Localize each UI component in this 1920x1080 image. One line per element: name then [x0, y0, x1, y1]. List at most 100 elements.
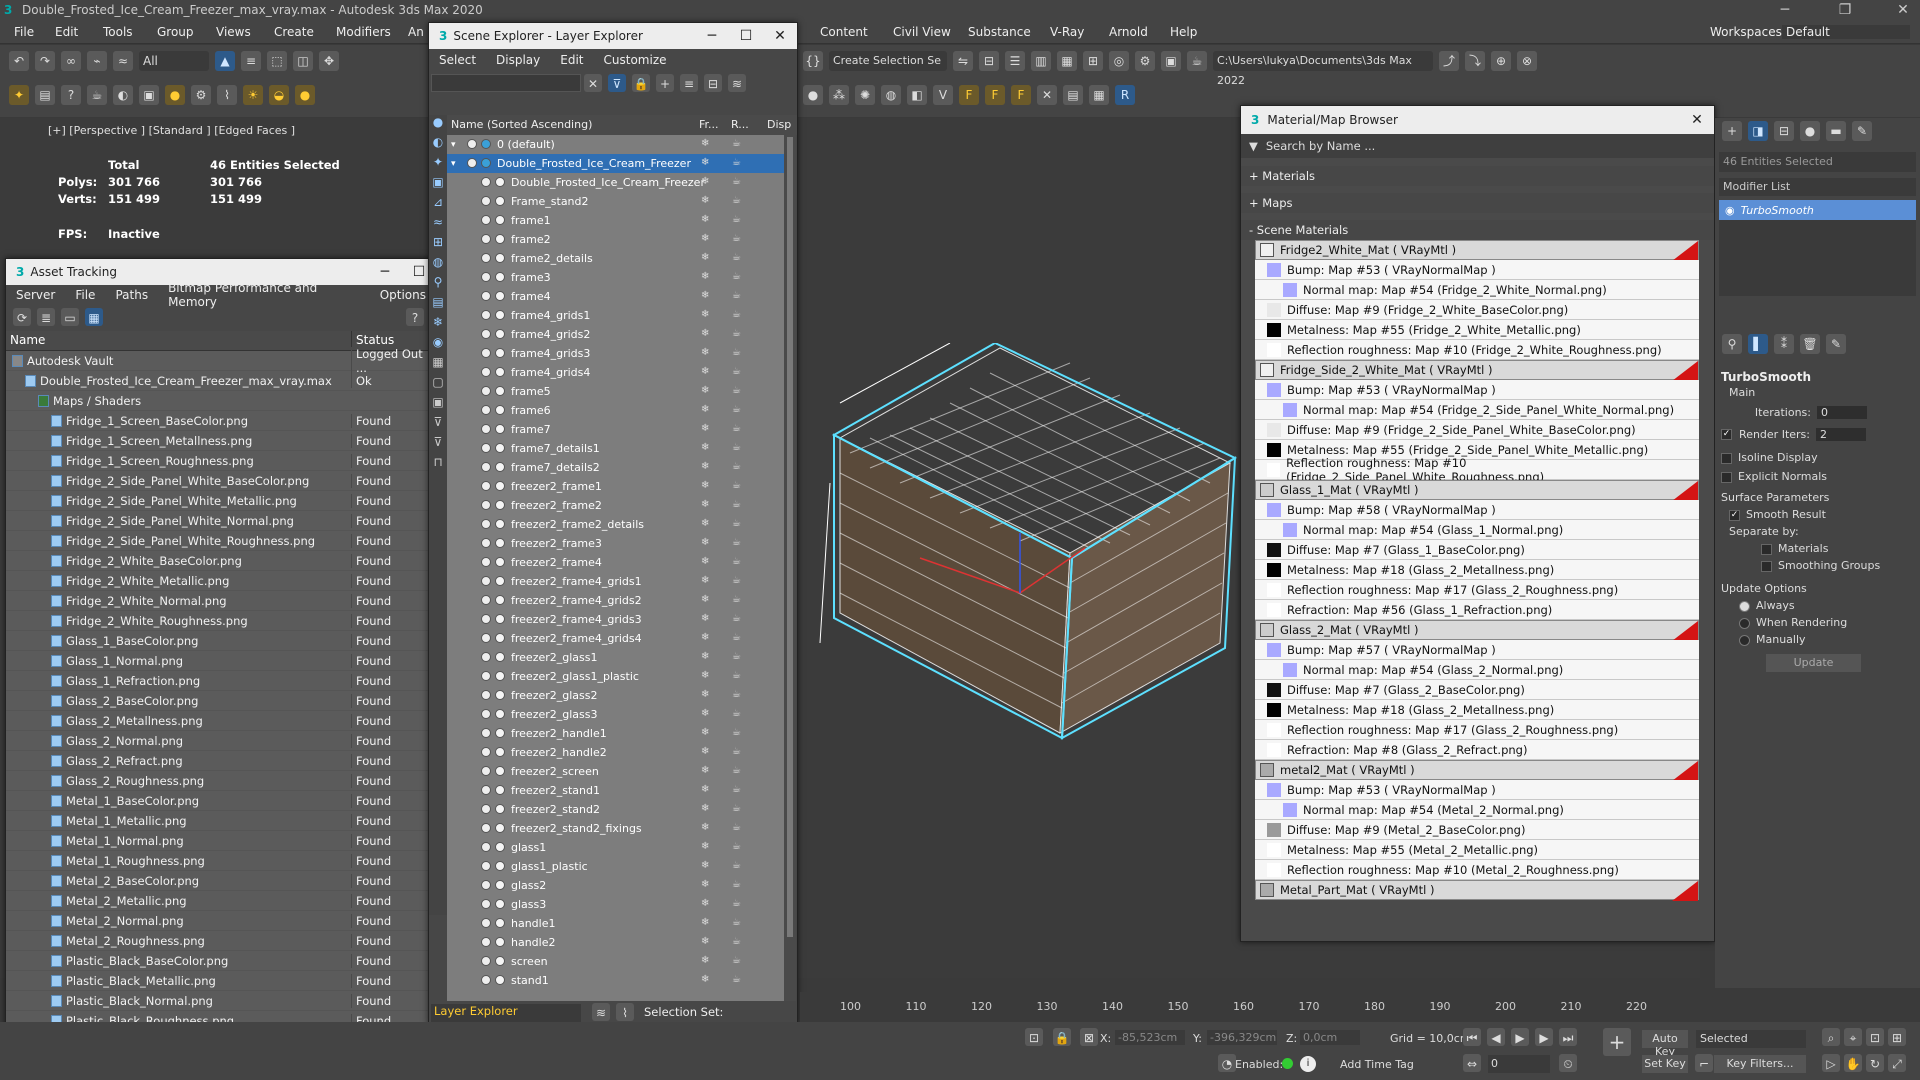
- map-row[interactable]: Refraction: Map #56 (Glass_1_Refraction.…: [1255, 600, 1699, 620]
- renderable-icon[interactable]: ☕: [732, 651, 742, 662]
- se-minimize-icon[interactable]: ─: [695, 28, 729, 44]
- map-row[interactable]: Diffuse: Map #9 (Fridge_2_White_BaseColo…: [1255, 300, 1699, 320]
- freeze-icon[interactable]: ❄: [701, 955, 711, 966]
- zoom-icon[interactable]: ⌕: [1822, 1028, 1840, 1046]
- configure-sets-icon[interactable]: ✎: [1826, 334, 1846, 354]
- renderable-icon[interactable]: ☕: [732, 138, 742, 149]
- map-row[interactable]: Reflection roughness: Map #10 (Metal_2_R…: [1255, 860, 1699, 880]
- material-browser-titlebar[interactable]: 3 Material/Map Browser ✕: [1241, 106, 1714, 134]
- visibility-eye-icon[interactable]: [481, 177, 491, 187]
- when-rendering-radio[interactable]: [1739, 617, 1750, 629]
- timeline[interactable]: 100 110 120 130 140 150 160 170 180 190 200 210 220: [800, 992, 1920, 1022]
- freeze-icon[interactable]: ❄: [701, 575, 711, 586]
- asset-row[interactable]: Glass_1_Normal.png Found: [6, 651, 436, 671]
- fp-icon[interactable]: F: [959, 85, 979, 105]
- se-hierarchy-icon[interactable]: ⊟: [704, 74, 722, 92]
- scene-object-row[interactable]: Double_Frosted_Ice_Cream_Freezer ❄ ☕: [447, 173, 787, 192]
- scene-object-row[interactable]: freezer2_frame4_grids4 ❄ ☕: [447, 629, 787, 648]
- map-row[interactable]: Reflection roughness: Map #10 (Fridge_2_…: [1255, 456, 1699, 484]
- mb-section-materials[interactable]: + Materials: [1241, 166, 1714, 186]
- render-setup-icon[interactable]: ⚙: [191, 85, 211, 105]
- freeze-icon[interactable]: ❄: [701, 879, 711, 890]
- project-settings-icon[interactable]: ⊗: [1517, 51, 1537, 71]
- visibility-eye-icon[interactable]: [481, 728, 491, 738]
- asset-minimize-icon[interactable]: ─: [368, 264, 402, 280]
- asset-menu-paths[interactable]: Paths: [115, 288, 148, 302]
- sphere-gray-icon[interactable]: ●: [803, 85, 823, 105]
- modifier-stack-item[interactable]: ◉ TurboSmooth: [1719, 200, 1916, 220]
- visibility-eye-icon[interactable]: [467, 158, 477, 168]
- renderable-icon[interactable]: ☕: [732, 157, 742, 168]
- visibility-eye-icon[interactable]: [481, 861, 491, 871]
- freeze-icon[interactable]: ❄: [701, 328, 711, 339]
- material-row[interactable]: Glass_1_Mat ( VRayMtl ): [1255, 480, 1699, 501]
- freeze-icon[interactable]: ❄: [701, 252, 711, 263]
- menu-edit[interactable]: Edit: [55, 25, 78, 39]
- renderable-icon[interactable]: ☕: [732, 347, 742, 358]
- material-editor2-icon[interactable]: ◎: [1109, 51, 1129, 71]
- schematic-icon[interactable]: ⊞: [1083, 51, 1103, 71]
- make-unique-icon[interactable]: ⁑: [1774, 334, 1794, 354]
- menu-file[interactable]: File: [14, 25, 34, 39]
- asset-row[interactable]: Fridge_2_Side_Panel_White_BaseColor.png F…: [6, 471, 436, 491]
- freeze-icon[interactable]: ❄: [701, 214, 711, 225]
- scene-object-row[interactable]: frame5 ❄ ☕: [447, 382, 787, 401]
- expand-arrow-icon[interactable]: ▾: [451, 159, 456, 169]
- box-icon[interactable]: ◧: [907, 85, 927, 105]
- freeze-icon[interactable]: ❄: [701, 157, 711, 168]
- current-frame-field[interactable]: 0: [1488, 1055, 1550, 1073]
- key-mode-icon[interactable]: ⇔: [1463, 1054, 1481, 1072]
- renderable-icon[interactable]: ☕: [732, 898, 742, 909]
- project-folder-icon[interactable]: ⤴: [1439, 51, 1459, 71]
- asset-row[interactable]: Fridge_2_Side_Panel_White_Normal.png Foun…: [6, 511, 436, 531]
- se-menu-edit[interactable]: Edit: [560, 53, 583, 67]
- visibility-eye-icon[interactable]: [481, 918, 491, 928]
- selection-name-field[interactable]: 46 Entities Selected: [1719, 152, 1916, 172]
- map-row[interactable]: Reflection roughness: Map #17 (Glass_2_R…: [1255, 580, 1699, 600]
- visibility-eye-icon[interactable]: [481, 595, 491, 605]
- visibility-eye-icon[interactable]: [481, 367, 491, 377]
- scene-object-row[interactable]: frame2 ❄ ☕: [447, 230, 787, 249]
- menu-modifiers[interactable]: Modifiers: [336, 25, 391, 39]
- scene-object-row[interactable]: frame4_grids1 ❄ ☕: [447, 306, 787, 325]
- visibility-eye-icon[interactable]: [481, 804, 491, 814]
- menu-group[interactable]: Group: [157, 25, 194, 39]
- info-icon[interactable]: i: [1300, 1056, 1316, 1072]
- freeze-icon[interactable]: ❄: [701, 727, 711, 738]
- asset-row[interactable]: Fridge_2_White_BaseColor.png Found: [6, 551, 436, 571]
- freeze-icon[interactable]: ❄: [701, 309, 711, 320]
- renderable-icon[interactable]: ☕: [732, 822, 742, 833]
- visibility-eye-icon[interactable]: [481, 785, 491, 795]
- se-strip-frozen-icon[interactable]: ❄: [429, 315, 447, 335]
- map-row[interactable]: Normal map: Map #54 (Glass_2_Normal.png): [1255, 660, 1699, 680]
- help-icon[interactable]: ?: [61, 85, 81, 105]
- se-strip-containers-icon[interactable]: ▤: [429, 295, 447, 315]
- freeze-icon[interactable]: ❄: [701, 613, 711, 624]
- scene-object-row[interactable]: frame4 ❄ ☕: [447, 287, 787, 306]
- scene-object-row[interactable]: frame1 ❄ ☕: [447, 211, 787, 230]
- renderable-icon[interactable]: ☕: [732, 366, 742, 377]
- renderable-icon[interactable]: ☕: [732, 784, 742, 795]
- menu-civil-view[interactable]: Civil View: [893, 25, 951, 39]
- map-row[interactable]: Normal map: Map #54 (Fridge_2_Side_Panel…: [1255, 400, 1699, 420]
- se-scrollbar[interactable]: [784, 135, 796, 1003]
- visibility-eye-icon[interactable]: [481, 462, 491, 472]
- freeze-icon[interactable]: ❄: [701, 195, 711, 206]
- update-button[interactable]: Update: [1766, 654, 1861, 672]
- asset-row[interactable]: Fridge_2_White_Metallic.png Found: [6, 571, 436, 591]
- visibility-eye-icon[interactable]: [481, 519, 491, 529]
- renderable-icon[interactable]: ☕: [732, 423, 742, 434]
- scene-object-row[interactable]: freezer2_glass1 ❄ ☕: [447, 648, 787, 667]
- se-strip-none-icon[interactable]: ▢: [429, 375, 447, 395]
- renderable-icon[interactable]: ☕: [732, 594, 742, 605]
- menu-substance[interactable]: Substance: [968, 25, 1031, 39]
- menu-help[interactable]: Help: [1170, 25, 1197, 39]
- key-selection-dropdown[interactable]: Selected: [1696, 1030, 1806, 1048]
- scene-object-row[interactable]: glass1 ❄ ☕: [447, 838, 787, 857]
- se-strip-shapes-icon[interactable]: ◐: [429, 135, 447, 155]
- freeze-icon[interactable]: ❄: [701, 442, 711, 453]
- renderable-icon[interactable]: ☕: [732, 746, 742, 757]
- render-production-icon[interactable]: ☕: [1187, 51, 1207, 71]
- renderable-icon[interactable]: ☕: [732, 214, 742, 225]
- show-end-result-icon[interactable]: ▌: [1748, 334, 1768, 354]
